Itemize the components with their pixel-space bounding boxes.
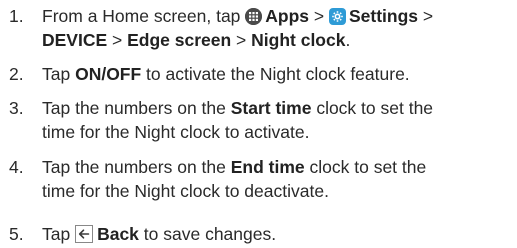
step-text: Tap the numbers on the <box>42 157 231 177</box>
step-line: time for the Night clock to activate. <box>42 120 309 144</box>
step-number: 3. <box>9 98 24 118</box>
end-time-label: End time <box>230 157 305 177</box>
step-text: Tap <box>42 224 76 244</box>
step-text: clock to set the <box>311 98 434 118</box>
step-line: time for the Night clock to deactivate. <box>42 179 329 203</box>
step-line: Tap ON/OFF to activate the Night clock f… <box>42 62 410 86</box>
step-line: Tap the numbers on the End time clock to… <box>42 155 426 179</box>
separator: > <box>107 30 128 50</box>
back-label: Back <box>97 224 139 244</box>
step-line: Tap Back to save changes. <box>42 222 276 246</box>
step-text: time for the Night clock to deactivate. <box>42 181 329 201</box>
start-time-label: Start time <box>230 98 312 118</box>
settings-label: Settings <box>348 6 419 26</box>
back-arrow-icon <box>75 225 94 243</box>
separator: > <box>309 6 329 26</box>
step-line: From a Home screen, tap Apps > Settings … <box>42 4 433 28</box>
step-text: clock to set the <box>304 157 427 177</box>
step-number: 1. <box>9 6 24 26</box>
separator: > <box>418 6 434 26</box>
step-number: 2. <box>9 64 24 84</box>
separator: > <box>231 30 252 50</box>
step-text: From a Home screen, tap <box>42 6 246 26</box>
step-text: Tap the numbers on the <box>42 98 231 118</box>
period: . <box>345 30 351 50</box>
step-text: to activate the Night clock feature. <box>141 64 410 84</box>
step-line: DEVICE > Edge screen > Night clock. <box>42 28 350 52</box>
step-number: 4. <box>9 157 24 177</box>
step-line: Tap the numbers on the Start time clock … <box>42 96 433 120</box>
settings-icon <box>328 8 346 25</box>
on-off-label: ON/OFF <box>75 64 142 84</box>
apps-icon <box>245 8 263 25</box>
step-number: 5. <box>9 224 24 244</box>
step-text: time for the Night clock to activate. <box>42 122 310 142</box>
edge-screen-label: Edge screen <box>127 30 232 50</box>
device-label: DEVICE <box>42 30 108 50</box>
instruction-list: 1. From a Home screen, tap Apps > Settin… <box>0 0 517 248</box>
step-text: Tap <box>42 64 76 84</box>
night-clock-label: Night clock <box>251 30 346 50</box>
step-text: to save changes. <box>138 224 277 244</box>
apps-label: Apps <box>265 6 310 26</box>
